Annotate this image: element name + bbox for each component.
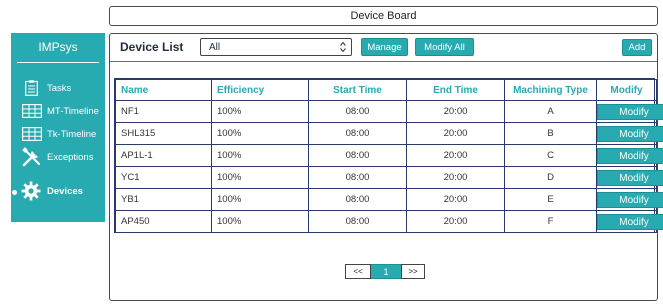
sidebar-item-label: Exceptions [47,151,94,163]
cell-name: YB1 [115,188,212,211]
cell-start-time: 08:00 [308,188,407,211]
manage-button[interactable]: Manage [361,38,408,56]
page-title: Device Board [350,10,417,22]
sidebar-item-label: Tasks [47,82,72,94]
updown-chevron-icon [340,41,346,53]
cell-start-time: 08:00 [308,166,407,189]
table-row: YC1 100% 08:00 20:00 D Modify [115,166,663,189]
modify-button[interactable]: Modify [597,213,663,230]
cell-efficiency: 100% [211,166,309,189]
table-row: AP450 100% 08:00 20:00 F Modify [115,210,663,233]
column-header-modify: Modify [596,79,657,101]
cell-end-time: 20:00 [406,144,505,167]
cell-machining-type: D [504,166,597,189]
modify-all-button[interactable]: Modify All [415,38,474,56]
modify-button[interactable]: Modify [597,169,663,186]
toolbar-divider [110,61,657,62]
column-header-end-time: End Time [406,79,505,101]
cell-modify: Modify [596,100,663,123]
cell-start-time: 08:00 [308,122,407,145]
add-button[interactable]: Add [622,39,652,56]
table-header-row: Name Efficiency Start Time End Time Mach… [115,79,657,101]
sidebar-item-exceptions[interactable]: Exceptions [11,146,105,168]
app-brand: IMPsys [38,40,78,54]
pagination-current-page[interactable]: 1 [371,264,401,279]
cell-efficiency: 100% [211,122,309,145]
table-row: NF1 100% 08:00 20:00 A Modify [115,100,663,123]
sidebar-item-mt-timeline[interactable]: MT-Timeline [11,100,105,122]
pagination-next-button[interactable]: >> [401,264,425,279]
sidebar-item-label: Devices [47,185,83,197]
cell-efficiency: 100% [211,210,309,233]
cell-modify: Modify [596,144,663,167]
column-header-name: Name [115,79,212,101]
cell-start-time: 08:00 [308,100,407,123]
cell-modify: Modify [596,122,663,145]
cell-name: YC1 [115,166,212,189]
device-filter-select[interactable]: All [200,38,352,56]
table-row: AP1L-1 100% 08:00 20:00 C Modify [115,144,663,167]
cell-machining-type: E [504,188,597,211]
cell-start-time: 08:00 [308,210,407,233]
pagination: << 1 >> [345,264,425,279]
cell-modify: Modify [596,188,663,211]
grid-icon [22,104,42,118]
column-header-start-time: Start Time [308,79,407,101]
column-header-machining-type: Machining Type [504,79,597,101]
sidebar-item-label: Tk-Timeline [47,128,97,140]
clipboard-icon [25,80,38,96]
cell-efficiency: 100% [211,100,309,123]
device-table: Name Efficiency Start Time End Time Mach… [114,78,663,233]
sidebar-item-devices[interactable]: Devices [11,180,105,202]
cell-end-time: 20:00 [406,122,505,145]
sidebar: IMPsys Tasks MT-Timeline Tk-Timeline Exc… [11,33,105,222]
cell-end-time: 20:00 [406,166,505,189]
cell-modify: Modify [596,210,663,233]
column-header-efficiency: Efficiency [211,79,309,101]
modify-button[interactable]: Modify [597,125,663,142]
cell-machining-type: F [504,210,597,233]
active-indicator-dot [12,190,17,195]
cell-efficiency: 100% [211,144,309,167]
modify-button[interactable]: Modify [597,147,663,164]
sidebar-item-tasks[interactable]: Tasks [11,77,105,99]
page-title-bar: Device Board [109,6,658,26]
modify-button[interactable]: Modify [597,103,663,120]
sidebar-item-label: MT-Timeline [47,105,99,117]
cell-name: AP1L-1 [115,144,212,167]
table-row: SHL315 100% 08:00 20:00 B Modify [115,122,663,145]
table-row: YB1 100% 08:00 20:00 E Modify [115,188,663,211]
grid-icon [22,127,42,141]
cell-end-time: 20:00 [406,100,505,123]
device-list-panel: Device List All Manage Modify All Add Na… [109,33,663,301]
cell-name: SHL315 [115,122,212,145]
wrench-screwdriver-icon [22,147,40,167]
cell-end-time: 20:00 [406,210,505,233]
gear-icon [21,181,41,201]
cell-name: NF1 [115,100,212,123]
cell-machining-type: A [504,100,597,123]
pagination-prev-button[interactable]: << [345,264,371,279]
brand-divider [17,62,99,63]
cell-end-time: 20:00 [406,188,505,211]
modify-button[interactable]: Modify [597,191,663,208]
device-list-title: Device List [120,40,184,54]
cell-start-time: 08:00 [308,144,407,167]
cell-name: AP450 [115,210,212,233]
cell-efficiency: 100% [211,188,309,211]
cell-machining-type: B [504,122,597,145]
cell-modify: Modify [596,166,663,189]
device-filter-value: All [209,41,221,53]
cell-machining-type: C [504,144,597,167]
sidebar-item-tk-timeline[interactable]: Tk-Timeline [11,123,105,145]
